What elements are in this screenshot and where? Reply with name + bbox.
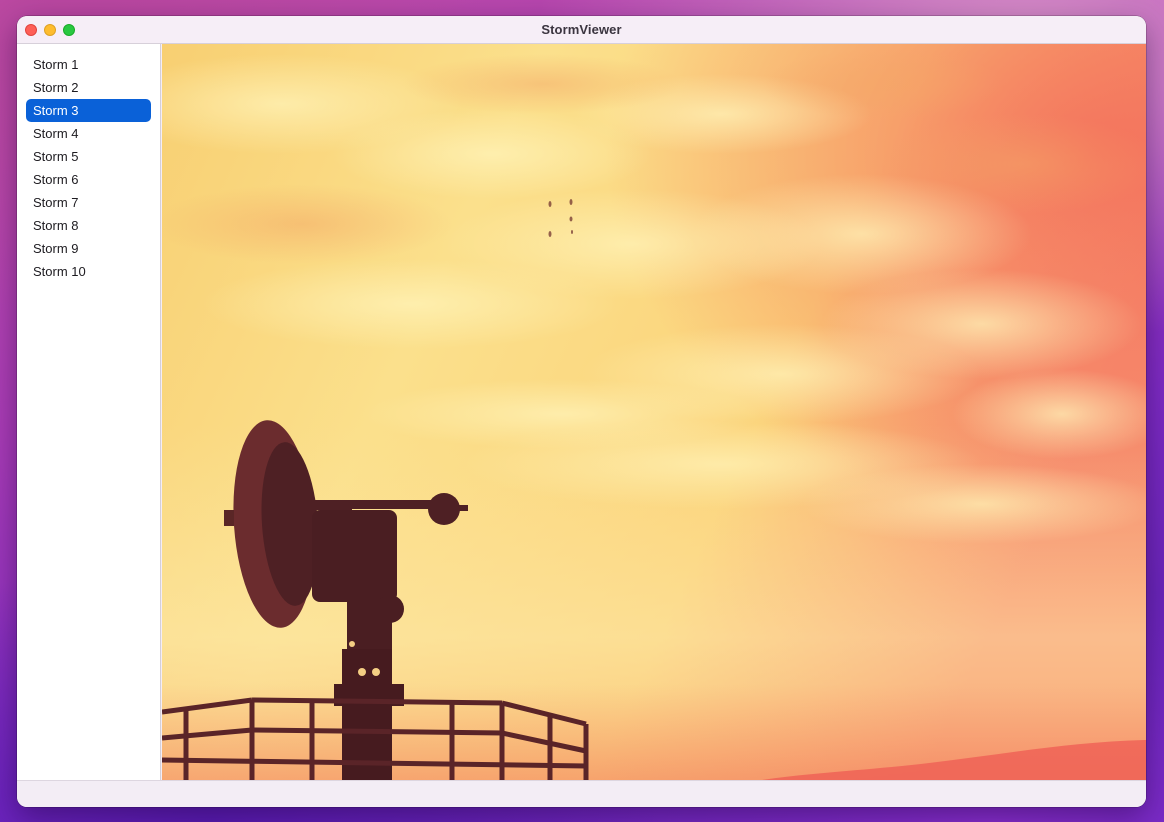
app-window: StormViewer Storm 1 Storm 2 Storm 3 Stor…: [17, 16, 1146, 807]
sidebar-item-storm-6[interactable]: Storm 6: [26, 168, 151, 191]
sidebar-item-storm-5[interactable]: Storm 5: [26, 145, 151, 168]
minimize-window-button[interactable]: [44, 24, 56, 36]
sidebar-item-storm-1[interactable]: Storm 1: [26, 53, 151, 76]
storm-photo: [162, 44, 1146, 780]
sidebar-item-storm-7[interactable]: Storm 7: [26, 191, 151, 214]
sidebar-item-storm-4[interactable]: Storm 4: [26, 122, 151, 145]
sidebar-item-storm-9[interactable]: Storm 9: [26, 237, 151, 260]
window-title: StormViewer: [541, 22, 622, 37]
sidebar-item-storm-8[interactable]: Storm 8: [26, 214, 151, 237]
close-window-button[interactable]: [25, 24, 37, 36]
title-bar[interactable]: StormViewer: [17, 16, 1146, 44]
storm-list-sidebar: Storm 1 Storm 2 Storm 3 Storm 4 Storm 5 …: [17, 44, 161, 780]
sidebar-item-storm-2[interactable]: Storm 2: [26, 76, 151, 99]
zoom-window-button[interactable]: [63, 24, 75, 36]
window-controls: [25, 24, 75, 36]
storm-image-view: [162, 44, 1146, 780]
sidebar-item-storm-3[interactable]: Storm 3: [26, 99, 151, 122]
window-bottom-bar: [17, 780, 1146, 807]
sidebar-item-storm-10[interactable]: Storm 10: [26, 260, 151, 283]
